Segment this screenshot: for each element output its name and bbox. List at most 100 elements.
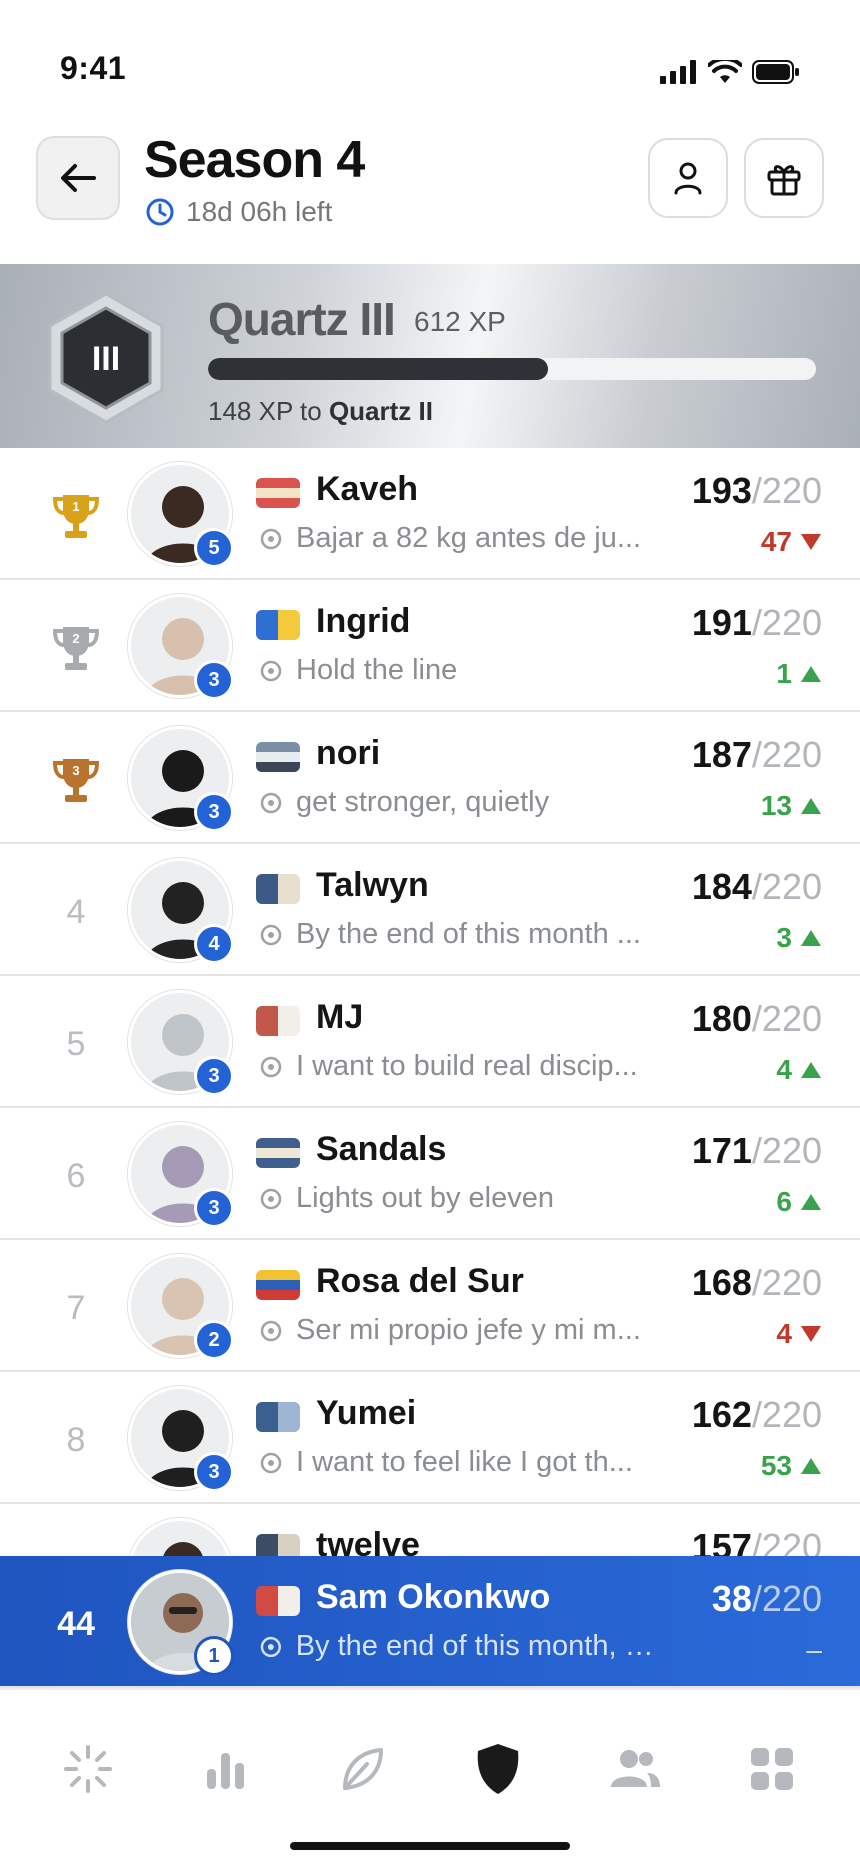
leaderboard-row[interactable]: 1 5 Kaveh Bajar a 82 kg antes de ju... 1… <box>0 448 860 580</box>
battery-icon <box>752 60 799 84</box>
player-score: 187/220 <box>692 734 822 776</box>
player-name: Sandals <box>316 1130 447 1168</box>
tab-league[interactable] <box>463 1734 533 1804</box>
tab-friends[interactable] <box>600 1734 670 1804</box>
player-score: 184/220 <box>692 866 822 908</box>
score-max: /220 <box>751 602 822 643</box>
delta-value: 3 <box>776 922 792 953</box>
target-icon <box>260 1636 281 1657</box>
player-goal: Bajar a 82 kg antes de ju... <box>260 522 660 555</box>
trophy-icon: 3 <box>52 759 100 802</box>
progress-prefix: 148 XP to <box>208 396 329 426</box>
delta-value: 47 <box>760 526 792 557</box>
tab-journal[interactable] <box>327 1734 397 1804</box>
score-max: /220 <box>751 1262 822 1303</box>
tab-stats[interactable] <box>190 1734 260 1804</box>
sparkle-icon <box>64 1745 113 1793</box>
delta-value: 53 <box>760 1450 792 1481</box>
delta-value: 4 <box>776 1054 792 1085</box>
tab-bar <box>0 1688 860 1864</box>
player-goal: I want to build real discip... <box>260 1050 660 1083</box>
player-goal: get stronger, quietly <box>260 786 660 819</box>
arrow-down-icon <box>801 534 821 550</box>
rank-change: 13 <box>761 790 822 822</box>
goal-text: I want to build real discip... <box>296 1050 638 1082</box>
flag-stripe <box>256 498 300 508</box>
svg-text:2: 2 <box>72 631 79 646</box>
tab-more[interactable] <box>737 1734 807 1804</box>
player-score: 168/220 <box>692 1262 822 1304</box>
arrow-left-icon <box>61 164 96 192</box>
league-name: Quartz III <box>208 293 396 345</box>
next-league: Quartz II <box>328 396 433 426</box>
rank-number: 6 <box>66 1156 86 1195</box>
flag-icon <box>256 610 300 640</box>
person-icon <box>674 162 702 195</box>
rank-cell: 3 <box>46 750 106 810</box>
user-name: Sam Okonkwo <box>316 1578 551 1616</box>
rank-change: 4 <box>776 1318 822 1350</box>
score-max: /220 <box>751 470 822 511</box>
rank-cell: 5 <box>46 1014 106 1074</box>
player-score: 171/220 <box>692 1130 822 1172</box>
score-value: 193 <box>691 470 752 511</box>
score-value: 171 <box>691 1130 752 1171</box>
current-user-row[interactable]: 44 1 Sam Okonkwo By the end of this mont… <box>0 1556 860 1688</box>
leaderboard-row[interactable]: 5 3 MJ I want to build real discip... 18… <box>0 976 860 1108</box>
flag-stripe <box>256 1280 300 1290</box>
status-icons <box>660 60 800 84</box>
tab-today[interactable] <box>53 1734 123 1804</box>
back-button[interactable] <box>36 136 120 220</box>
home-indicator <box>290 1842 570 1850</box>
flag-stripe <box>278 610 300 640</box>
grid-icon <box>750 1748 793 1790</box>
flag-stripe <box>278 1006 300 1036</box>
goal-text: get stronger, quietly <box>296 786 550 818</box>
score-max: /220 <box>751 1130 822 1171</box>
trophy-icon: 1 <box>52 495 100 538</box>
status-bar: 9:41 <box>0 0 860 120</box>
goal-text: I want to feel like I got th... <box>296 1446 633 1478</box>
flag-stripe <box>256 1402 278 1432</box>
user-rank: 44 <box>57 1604 95 1643</box>
rank-number: 7 <box>66 1288 86 1327</box>
leaderboard-row[interactable]: 4 4 Talwyn By the end of this month ... … <box>0 844 860 976</box>
target-icon <box>260 660 282 681</box>
level-badge: 3 <box>194 1056 234 1096</box>
player-goal: I want to feel like I got th... <box>260 1446 660 1479</box>
player-name: MJ <box>316 998 364 1036</box>
rank-cell: 8 <box>46 1410 106 1470</box>
progress-note: 148 XP to Quartz II <box>208 396 433 427</box>
header: Season 4 18d 06h left <box>0 120 860 264</box>
flag-stripe <box>256 1586 278 1616</box>
leaderboard-row[interactable]: 2 3 Ingrid Hold the line 191/220 1 <box>0 580 860 712</box>
level-badge: 4 <box>194 924 234 964</box>
target-icon <box>260 1452 282 1473</box>
leaderboard-row[interactable]: 7 2 Rosa del Sur Ser mi propio jefe y mi… <box>0 1240 860 1372</box>
rank-cell: 7 <box>46 1278 106 1338</box>
flag-icon <box>256 874 300 904</box>
target-icon <box>260 792 282 813</box>
player-name: Rosa del Sur <box>316 1262 524 1300</box>
flag-stripe <box>256 752 300 762</box>
rank-number: 8 <box>66 1420 86 1459</box>
player-score: 162/220 <box>692 1394 822 1436</box>
score-value: 168 <box>691 1262 752 1303</box>
clock-icon <box>146 198 174 226</box>
arrow-up-icon <box>801 798 821 814</box>
flag-stripe <box>256 1290 300 1300</box>
leaderboard-row[interactable]: 3 3 nori get stronger, quietly 187/220 1… <box>0 712 860 844</box>
score-max: /220 <box>751 1394 822 1435</box>
flag-stripe <box>256 488 300 498</box>
rewards-button[interactable] <box>744 138 824 218</box>
delta-value: 6 <box>776 1186 792 1217</box>
leaderboard-row[interactable]: 6 3 Sandals Lights out by eleven 171/220… <box>0 1108 860 1240</box>
flag-stripe <box>256 874 278 904</box>
profile-button[interactable] <box>648 138 728 218</box>
delta-value: 4 <box>776 1318 792 1349</box>
arrow-up-icon <box>801 1194 821 1210</box>
rank-cell: 4 <box>46 882 106 942</box>
target-icon <box>260 528 282 549</box>
flag-stripe <box>278 1402 300 1432</box>
leaderboard-row[interactable]: 8 3 Yumei I want to feel like I got th..… <box>0 1372 860 1504</box>
